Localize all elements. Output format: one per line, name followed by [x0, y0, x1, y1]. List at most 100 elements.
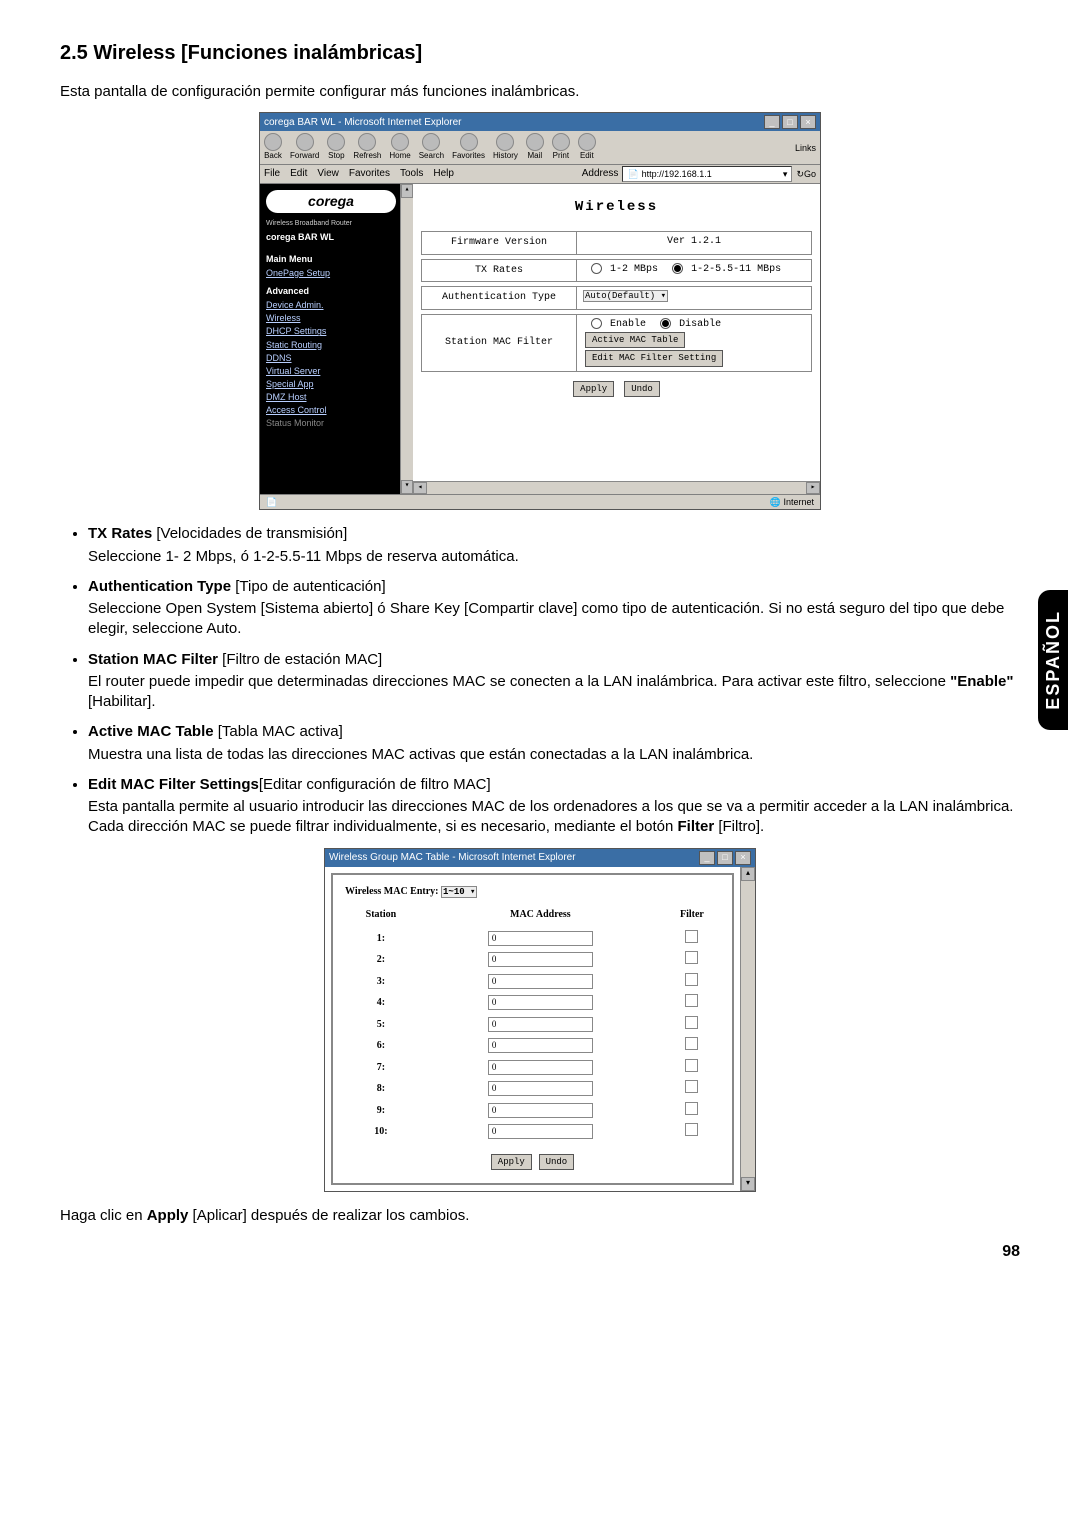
sidebar-item-virtualserver[interactable]: Virtual Server — [266, 365, 396, 377]
ie2-scrollbar[interactable]: ▴ ▾ — [740, 867, 755, 1191]
mac-input[interactable]: 0 — [488, 1081, 593, 1096]
scroll-left-icon[interactable]: ◂ — [413, 482, 427, 494]
refresh-button[interactable]: Refresh — [353, 133, 381, 162]
txrates-label: TX Rates — [422, 260, 577, 282]
ie2-scroll-down-icon[interactable]: ▾ — [741, 1177, 755, 1191]
print-button[interactable]: Print — [552, 133, 570, 162]
edit-button[interactable]: Edit — [578, 133, 596, 162]
filter-checkbox[interactable] — [685, 930, 698, 943]
mac-input[interactable]: 0 — [488, 1060, 593, 1075]
search-button[interactable]: Search — [419, 133, 444, 162]
sidebar-item-ddns[interactable]: DDNS — [266, 352, 396, 364]
sidebar-item-statusmonitor[interactable]: Status Monitor — [266, 417, 396, 429]
term-editmac: Edit MAC Filter Settings — [88, 776, 259, 793]
filter-checkbox[interactable] — [685, 994, 698, 1007]
filter-checkbox[interactable] — [685, 951, 698, 964]
macfilter-radio-enable[interactable] — [591, 318, 602, 329]
menu-edit[interactable]: Edit — [290, 167, 307, 181]
filter-checkbox[interactable] — [685, 973, 698, 986]
mac-undo-button[interactable]: Undo — [539, 1154, 575, 1170]
mac-input[interactable]: 0 — [488, 952, 593, 967]
favorites-button[interactable]: Favorites — [452, 133, 485, 162]
minimize-button[interactable]: _ — [764, 115, 780, 129]
filter-checkbox[interactable] — [685, 1059, 698, 1072]
mac-input[interactable]: 0 — [488, 995, 593, 1010]
sidebar-item-wireless[interactable]: Wireless — [266, 312, 396, 324]
filter-checkbox[interactable] — [685, 1080, 698, 1093]
macfilter-radio-disable[interactable] — [660, 318, 671, 329]
edit-mac-filter-button[interactable]: Edit MAC Filter Setting — [585, 350, 723, 366]
mac-entry-select[interactable]: 1~10 ▾ — [441, 886, 477, 898]
scroll-right-icon[interactable]: ▸ — [806, 482, 820, 494]
back-icon — [264, 133, 282, 151]
sidebar-item-onepage[interactable]: OnePage Setup — [266, 267, 396, 279]
menu-view[interactable]: View — [317, 167, 339, 181]
sidebar-scrollbar[interactable]: ▴ ▾ — [400, 184, 413, 494]
chevron-down-icon[interactable]: ▾ — [783, 168, 788, 180]
menu-tools[interactable]: Tools — [400, 167, 423, 181]
menu-favorites[interactable]: Favorites — [349, 167, 390, 181]
text-editmac: Esta pantalla permite al usuario introdu… — [88, 797, 1020, 838]
maximize-button[interactable]: □ — [782, 115, 798, 129]
mac-table-row: 9: 0 — [345, 1100, 720, 1122]
forward-button[interactable]: Forward — [290, 133, 319, 162]
corega-logo: corega — [266, 190, 396, 213]
txrates-radio-1-2-5-11[interactable] — [672, 263, 683, 274]
mac-input[interactable]: 0 — [488, 1103, 593, 1118]
ie2-maximize-button[interactable]: □ — [717, 851, 733, 865]
history-button[interactable]: History — [493, 133, 518, 162]
station-cell: 9: — [345, 1100, 417, 1122]
mail-button[interactable]: Mail — [526, 133, 544, 162]
sidebar-item-dmzhost[interactable]: DMZ Host — [266, 391, 396, 403]
trans-activemac: [Tabla MAC activa] — [218, 723, 343, 740]
home-button[interactable]: Home — [389, 133, 410, 162]
links-label[interactable]: Links — [795, 142, 816, 154]
ie2-scroll-up-icon[interactable]: ▴ — [741, 867, 755, 881]
ie2-minimize-button[interactable]: _ — [699, 851, 715, 865]
filter-checkbox[interactable] — [685, 1123, 698, 1136]
mac-apply-button[interactable]: Apply — [491, 1154, 532, 1170]
filter-checkbox[interactable] — [685, 1102, 698, 1115]
back-button[interactable]: Back — [264, 133, 282, 162]
mac-input[interactable]: 0 — [488, 931, 593, 946]
stop-button[interactable]: Stop — [327, 133, 345, 162]
mac-input[interactable]: 0 — [488, 974, 593, 989]
menu-file[interactable]: File — [264, 167, 280, 181]
mac-input[interactable]: 0 — [488, 1124, 593, 1139]
mac-table-row: 10:0 — [345, 1121, 720, 1143]
row-authtype: Authentication Type Auto(Default) ▾ — [421, 286, 812, 310]
scroll-up-icon[interactable]: ▴ — [401, 184, 413, 198]
refresh-icon — [358, 133, 376, 151]
sidebar-item-dhcp[interactable]: DHCP Settings — [266, 325, 396, 337]
station-cell: 8: — [345, 1078, 417, 1100]
scroll-down-icon[interactable]: ▾ — [401, 480, 413, 494]
filter-checkbox[interactable] — [685, 1037, 698, 1050]
go-button[interactable]: ↻Go — [796, 168, 816, 180]
auth-select[interactable]: Auto(Default) ▾ — [583, 290, 668, 302]
sidebar-item-specialapp[interactable]: Special App — [266, 378, 396, 390]
content-hscroll[interactable]: ◂ ▸ — [413, 481, 820, 494]
apply-button[interactable]: Apply — [573, 381, 614, 397]
txrates-radio-1-2[interactable] — [591, 263, 602, 274]
undo-button[interactable]: Undo — [624, 381, 660, 397]
sidebar-item-staticrouting[interactable]: Static Routing — [266, 339, 396, 351]
mac-input[interactable]: 0 — [488, 1017, 593, 1032]
status-left: 📄 — [266, 496, 277, 508]
language-tab: ESPAÑOL — [1038, 590, 1068, 730]
trans-txrates: [Velocidades de transmisión] — [156, 525, 347, 542]
address-input[interactable]: 📄 http://192.168.1.1 ▾ — [622, 166, 792, 182]
sidebar-item-deviceadmin[interactable]: Device Admin. — [266, 299, 396, 311]
auth-label: Authentication Type — [422, 287, 577, 309]
mac-input[interactable]: 0 — [488, 1038, 593, 1053]
sidebar-item-accesscontrol[interactable]: Access Control — [266, 404, 396, 416]
station-cell: 7: — [345, 1057, 417, 1079]
active-mac-table-button[interactable]: Active MAC Table — [585, 332, 685, 348]
row-firmware: Firmware Version Ver 1.2.1 — [421, 231, 812, 255]
refresh-label: Refresh — [353, 151, 381, 162]
col-filter: Filter — [664, 906, 720, 928]
menu-help[interactable]: Help — [433, 167, 454, 181]
bullet-editmac: Edit MAC Filter Settings[Editar configur… — [88, 775, 1020, 838]
filter-checkbox[interactable] — [685, 1016, 698, 1029]
ie2-close-button[interactable]: × — [735, 851, 751, 865]
close-button[interactable]: × — [800, 115, 816, 129]
